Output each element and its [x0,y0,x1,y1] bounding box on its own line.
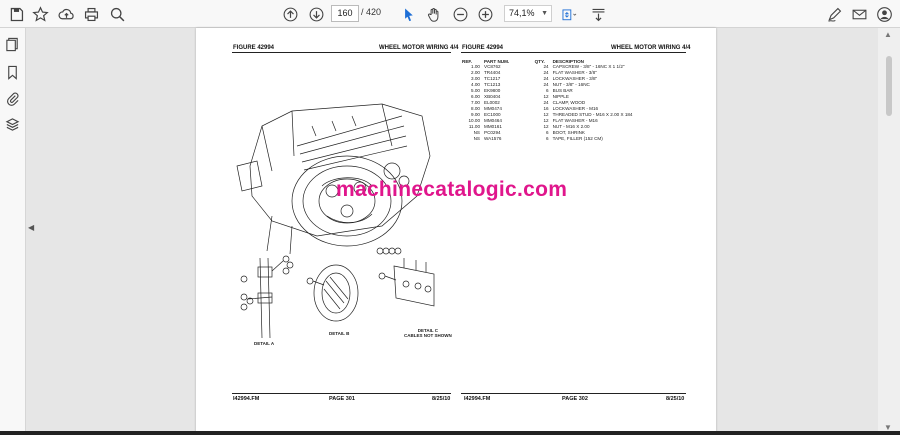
scroll-mode-icon[interactable] [588,4,608,24]
vertical-scrollbar[interactable]: ▲ ▼ [878,28,900,435]
right-footer-file: I42994.FM [464,396,491,402]
detail-c-caption: DETAIL C CABLES NOT SHOWN [404,328,452,338]
right-header-rule [461,52,686,53]
account-icon[interactable] [874,4,894,24]
detail-b-drawing [306,264,359,322]
detail-c-note: CABLES NOT SHOWN [404,333,452,338]
table-row: NS WA1576 6 TAPE, FILLER (152 CM) [460,136,696,142]
cell-part: WA1576 [484,136,502,141]
left-page-title: WHEEL MOTOR WIRING 4/4 [379,45,459,51]
collapse-left-panel-icon[interactable]: ◀ [28,223,34,232]
scrollbar-thumb[interactable] [886,56,892,116]
detail-a-caption: DETAIL A [254,341,275,346]
hand-tool-icon[interactable] [424,4,444,24]
save-icon[interactable] [6,4,26,24]
document-viewport: FIGURE 42994 WHEEL MOTOR WIRING 4/4 FIGU… [38,28,878,435]
zoom-in-icon[interactable] [475,4,495,24]
right-figure-label: FIGURE 42994 [462,45,504,51]
document-page: FIGURE 42994 WHEEL MOTOR WIRING 4/4 FIGU… [196,28,716,435]
select-cursor-icon[interactable] [398,4,418,24]
previous-page-icon[interactable] [280,4,300,24]
left-footer-file: I42994.FM [233,396,260,402]
page-fit-icon[interactable] [556,4,582,24]
taskbar-strip [0,431,900,435]
cell-qty: 6 [546,136,549,141]
next-page-icon[interactable] [306,4,326,24]
left-header-rule [232,52,451,53]
zoom-level-value: 74,1% [509,8,535,18]
cloud-upload-icon[interactable] [56,4,76,24]
pages-panel-icon[interactable] [4,36,21,53]
watermark-text: machinecatalogic.com [336,178,568,201]
left-figure-label: FIGURE 42994 [233,45,275,51]
wheel-motor-drawing [236,103,431,255]
right-footer-rule [461,393,686,394]
cell-ref: NS [473,136,480,141]
zoom-level-select[interactable]: 74,1% ▼ [504,5,552,22]
left-footer-page: PAGE 301 [329,396,355,402]
mail-icon[interactable] [849,4,869,24]
detail-a-drawing [240,255,294,339]
main-toolbar: 160 / 420 74,1% ▼ [0,0,900,28]
search-zoom-icon[interactable] [107,4,127,24]
left-footer-date: 8/25/10 [432,396,451,402]
right-page-title: WHEEL MOTOR WIRING 4/4 [611,45,691,51]
parts-body: 1.00 VC8762 24 CAPSCREW - 3/8" - 16NC X 1 1… [460,64,696,142]
chevron-down-icon: ▼ [541,10,548,17]
bookmarks-panel-icon[interactable] [4,64,21,81]
attachments-panel-icon[interactable] [4,90,21,107]
detail-c-drawing [376,247,435,307]
scroll-up-icon[interactable]: ▲ [884,30,892,39]
sign-pen-icon[interactable] [824,4,844,24]
page-total: / 420 [361,7,382,17]
print-icon[interactable] [81,4,101,24]
zoom-out-icon[interactable] [450,4,470,24]
left-footer-rule [232,393,451,394]
right-footer-page: PAGE 302 [562,396,588,402]
parts-table: REF. PART NUM. QTY. DESCRIPTION 1.00 VC87… [460,59,696,142]
bookmark-star-icon[interactable] [30,4,50,24]
right-footer-date: 8/25/10 [666,396,685,402]
layers-panel-icon[interactable] [4,116,21,133]
cell-desc: TAPE, FILLER (152 CM) [552,136,603,141]
page-number-input[interactable]: 160 [331,5,359,22]
detail-b-caption: DETAIL B [329,331,350,336]
left-sidebar [0,28,26,435]
parts-list: REF. PART NUM. QTY. DESCRIPTION 1.00 VC87… [460,59,696,142]
